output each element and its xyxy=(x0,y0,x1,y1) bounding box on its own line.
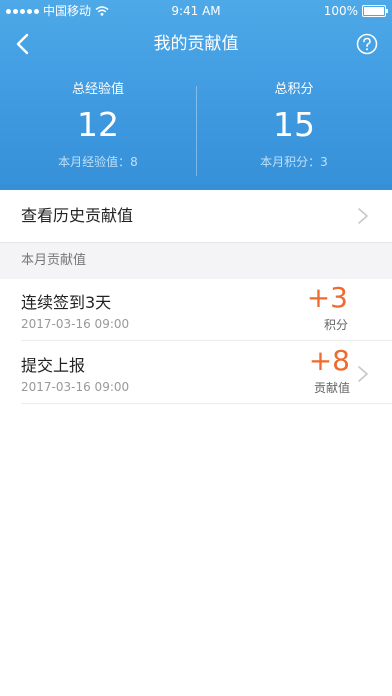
record-unit: 积分 xyxy=(323,318,348,332)
battery-percent: 100% xyxy=(323,4,358,18)
total-points-label: 总积分 xyxy=(274,82,314,97)
section-header: 本月贡献值 xyxy=(0,243,392,279)
status-right: 100% xyxy=(323,0,388,22)
header: 中国移动 9:41 AM 100% 我的贡献值 总经验值 12 本月经验值：8 … xyxy=(0,0,392,190)
record-time: 2017-03-16 09:00 xyxy=(21,317,130,331)
section-title: 本月贡献值 xyxy=(21,253,87,268)
question-circle-icon[interactable] xyxy=(356,33,378,55)
record-unit: 贡献值 xyxy=(313,381,350,395)
status-bar: 中国移动 9:41 AM 100% xyxy=(0,0,392,22)
chevron-right-icon xyxy=(358,208,368,224)
row-divider xyxy=(21,403,392,404)
record-title: 提交上报 xyxy=(21,356,86,375)
view-history-label: 查看历史贡献值 xyxy=(21,206,134,225)
list-item: 连续签到3天 2017-03-16 09:00 +3 积分 xyxy=(0,279,392,341)
page-title: 我的贡献值 xyxy=(153,34,239,54)
chevron-right-icon xyxy=(358,366,368,382)
view-history-row[interactable]: 查看历史贡献值 xyxy=(0,190,392,243)
monthly-points: 本月积分：3 xyxy=(260,155,328,169)
total-experience-panel: 总经验值 12 本月经验值：8 xyxy=(0,66,196,170)
total-experience-label: 总经验值 xyxy=(71,82,124,97)
record-value: +8 xyxy=(308,344,350,377)
total-experience-value: 12 xyxy=(77,105,119,144)
record-time: 2017-03-16 09:00 xyxy=(21,380,130,394)
monthly-experience: 本月经验值：8 xyxy=(58,155,138,169)
record-value: +3 xyxy=(306,281,348,314)
record-title: 连续签到3天 xyxy=(21,293,112,312)
total-points-value: 15 xyxy=(273,105,315,144)
row-divider xyxy=(21,340,392,341)
battery-icon xyxy=(362,5,388,17)
list-item[interactable]: 提交上报 2017-03-16 09:00 +8 贡献值 xyxy=(0,342,392,404)
nav-bar: 我的贡献值 xyxy=(0,22,392,66)
total-points-panel: 总积分 15 本月积分：3 xyxy=(196,66,392,170)
